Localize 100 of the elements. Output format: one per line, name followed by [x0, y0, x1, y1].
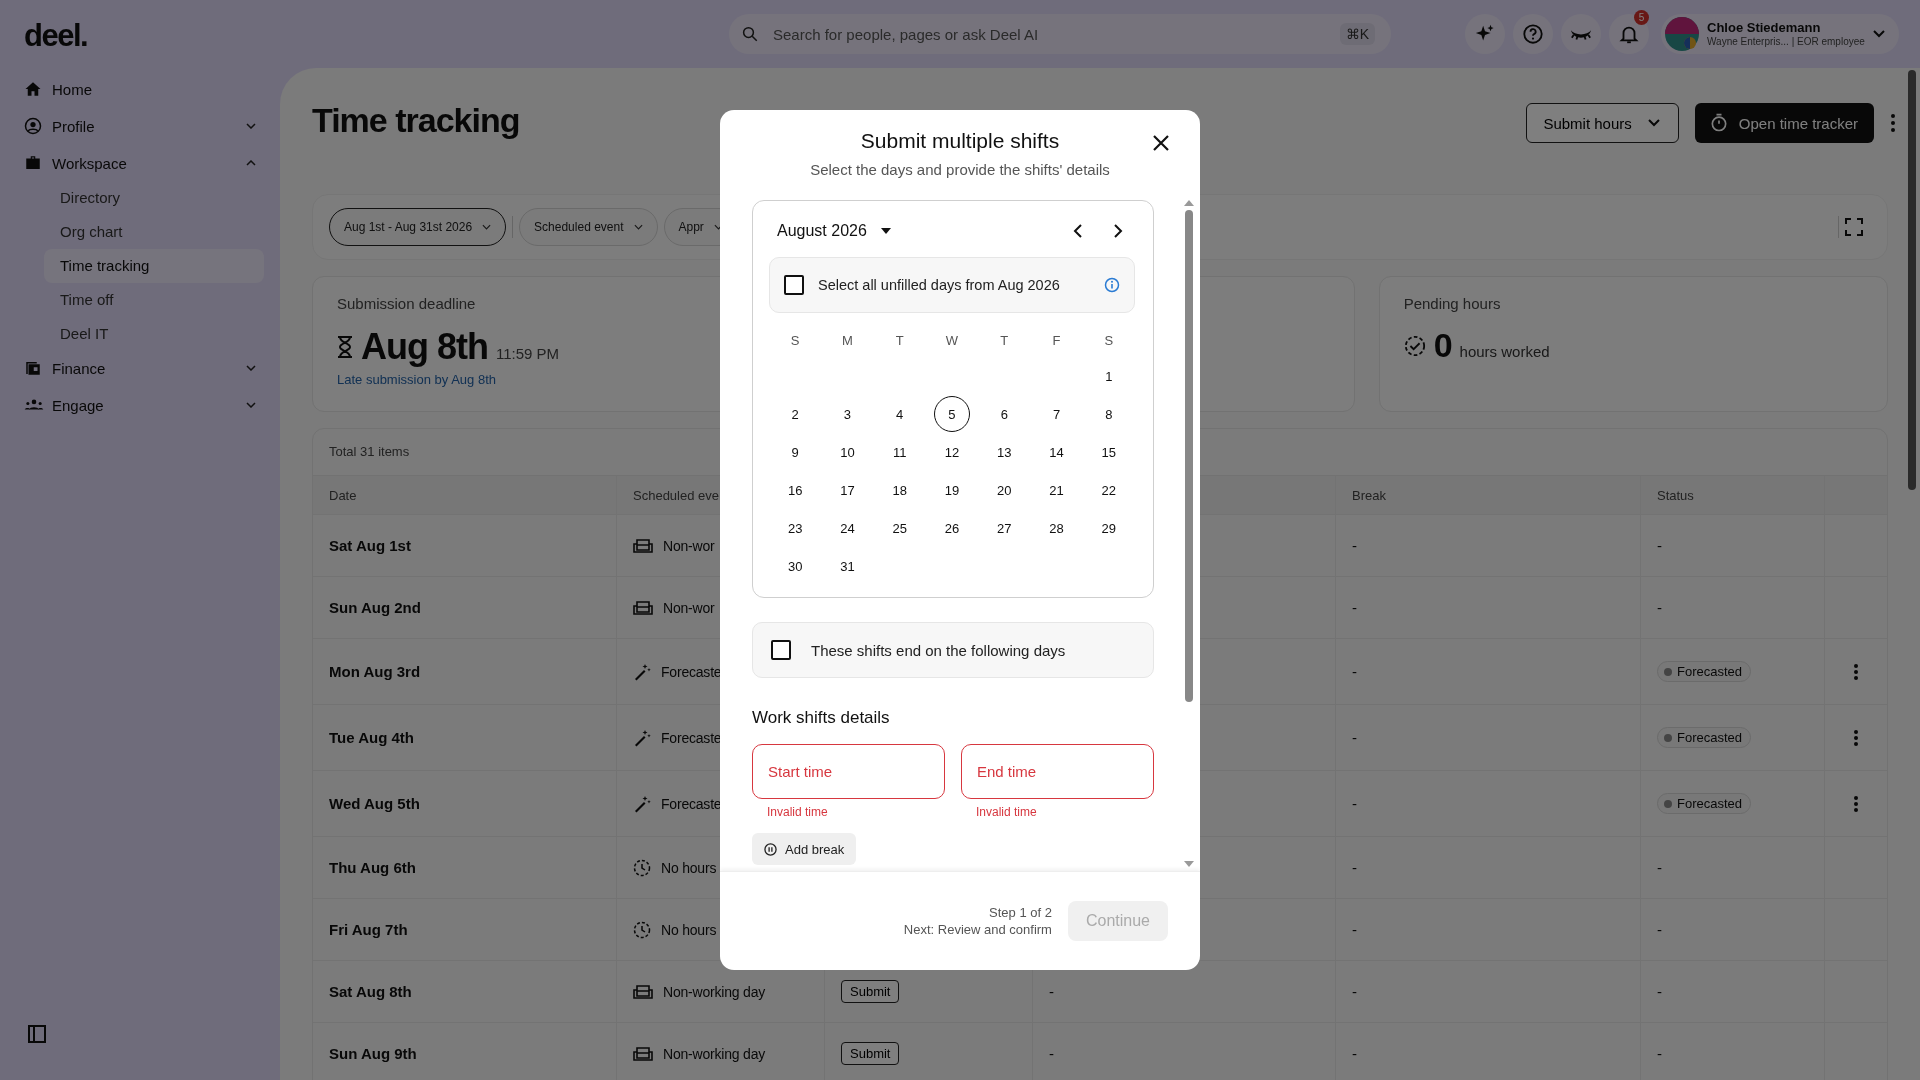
- submit-button[interactable]: Submit: [841, 980, 900, 1003]
- nav-item[interactable]: Home: [24, 72, 280, 106]
- next-month-icon[interactable]: [1113, 224, 1123, 238]
- calendar-day[interactable]: 8: [1090, 396, 1127, 432]
- calendar-day[interactable]: 24: [829, 510, 866, 546]
- more-icon[interactable]: [1853, 662, 1859, 681]
- event-label: Non-wor: [663, 599, 715, 616]
- nav-item[interactable]: Workspace: [24, 146, 280, 180]
- info-icon[interactable]: [1104, 277, 1120, 293]
- checkbox[interactable]: [771, 640, 791, 660]
- sofa-icon: [633, 1046, 653, 1061]
- month-dropdown[interactable]: August 2026: [769, 222, 891, 240]
- more-icon[interactable]: [1890, 113, 1896, 133]
- scroll-down-icon[interactable]: [1184, 861, 1194, 867]
- pending-unit: hours worked: [1459, 343, 1550, 360]
- pending-value: 0: [1433, 326, 1452, 365]
- profile-menu[interactable]: Chloe Stiedemann Wayne Enterpris... | EOR employee: [1661, 14, 1899, 54]
- hide-button[interactable]: [1561, 14, 1601, 54]
- table-cell: Sat Aug 8th: [313, 961, 617, 1022]
- chevron-down-icon: [633, 224, 643, 230]
- table-cell: -: [1352, 599, 1357, 616]
- user-circle-icon: [24, 117, 42, 135]
- calendar-day[interactable]: 7: [1038, 396, 1075, 432]
- next-step-hint: Next: Review and confirm: [903, 922, 1052, 937]
- sofa-icon: [633, 538, 653, 553]
- calendar-day[interactable]: 12: [934, 434, 970, 470]
- table-cell: Sun Aug 9th: [313, 1023, 617, 1080]
- checkbox[interactable]: [784, 275, 804, 295]
- table-cell: -: [1352, 983, 1357, 1000]
- table-cell: Sat Aug 1st: [313, 515, 617, 576]
- fullscreen-icon[interactable]: [1845, 218, 1863, 236]
- status-badge: Forecasted: [1657, 661, 1752, 682]
- calendar-day[interactable]: 3: [829, 396, 866, 432]
- calendar-day[interactable]: 1: [1090, 358, 1127, 394]
- table-cell: -: [1657, 537, 1662, 554]
- time-field[interactable]: End time: [961, 744, 1154, 799]
- column-header: Break: [1336, 476, 1641, 514]
- calendar-day[interactable]: 2: [777, 396, 814, 432]
- scroll-up-icon[interactable]: [1184, 200, 1194, 206]
- calendar-day[interactable]: 28: [1038, 510, 1075, 546]
- calendar-day[interactable]: 29: [1090, 510, 1127, 546]
- more-icon[interactable]: [1853, 728, 1859, 747]
- more-icon[interactable]: [1853, 794, 1859, 813]
- search-field[interactable]: Search for people, pages or ask Deel AI: [771, 24, 1328, 44]
- filter-chip[interactable]: Aug 1st - Aug 31st 2026: [329, 208, 507, 246]
- calendar-day[interactable]: 25: [881, 510, 918, 546]
- table-cell: -: [1657, 599, 1662, 616]
- calendar-day[interactable]: 11: [881, 434, 918, 470]
- pause-icon: [764, 842, 777, 856]
- dialog-subtitle: Select the days and provide the shifts' details: [810, 161, 1110, 178]
- calendar-day[interactable]: 9: [777, 434, 814, 470]
- calendar-day[interactable]: 27: [986, 510, 1023, 546]
- avatar: [1665, 17, 1699, 51]
- table-cell: -: [1352, 729, 1357, 746]
- checkbox-label: These shifts end on the following days: [811, 641, 1066, 659]
- calendar-day[interactable]: 31: [829, 548, 866, 584]
- scrollbar-thumb[interactable]: [1908, 70, 1916, 490]
- home-icon: [24, 80, 42, 98]
- calendar-day[interactable]: 14: [1038, 434, 1075, 470]
- calendar-day[interactable]: 13: [986, 434, 1023, 470]
- calendar-day[interactable]: 15: [1090, 434, 1127, 470]
- table-cell: Mon Aug 3rd: [313, 639, 617, 704]
- time-field[interactable]: Start time: [752, 744, 945, 799]
- deadline-time: 11:59 PM: [496, 345, 560, 362]
- help-button[interactable]: [1513, 14, 1553, 54]
- calendar-day[interactable]: 6: [986, 396, 1023, 432]
- calendar-day[interactable]: 26: [934, 510, 970, 546]
- previous-month-icon[interactable]: [1073, 224, 1083, 238]
- event-label: Non-working day: [663, 983, 766, 1000]
- user-name: Chloe Stiedemann: [1707, 20, 1821, 35]
- close-icon[interactable]: [1152, 134, 1170, 152]
- status-badge: Forecasted: [1657, 793, 1752, 814]
- user-role: Wayne Enterpris... | EOR employee: [1707, 35, 1865, 48]
- calendar-day[interactable]: 4: [881, 396, 918, 432]
- nav-item[interactable]: Profile: [24, 109, 280, 143]
- chevron-down-icon: [1647, 119, 1660, 127]
- nav-item[interactable]: Finance: [24, 351, 280, 385]
- nav-item[interactable]: Engage: [24, 388, 280, 422]
- chevron-down-icon: [1872, 30, 1885, 38]
- error-message: Invalid time: [976, 805, 1037, 819]
- table-cell: -: [1352, 1045, 1357, 1062]
- calendar-day[interactable]: 30: [777, 548, 814, 584]
- sidebar-toggle-icon[interactable]: [28, 1025, 46, 1043]
- open-time-tracker-button[interactable]: Open time tracker: [1694, 103, 1874, 143]
- add-break-button[interactable]: Add break: [752, 833, 857, 865]
- event-label: No hours: [661, 921, 717, 938]
- search-icon: [741, 25, 759, 43]
- weekday-label: W: [944, 332, 960, 350]
- submit-hours-button[interactable]: Submit hours: [1526, 103, 1679, 143]
- sparkle-button[interactable]: [1465, 14, 1505, 54]
- nav-subitem[interactable]: Time tracking: [44, 249, 264, 283]
- scrollbar-thumb[interactable]: [1185, 210, 1193, 702]
- submit-button[interactable]: Submit: [841, 1042, 900, 1065]
- nav-subitem[interactable]: Time off: [44, 283, 264, 317]
- step-indicator: Step 1 of 2: [989, 905, 1052, 920]
- table-cell: -: [1352, 921, 1357, 938]
- calendar-day[interactable]: 10: [829, 434, 866, 470]
- weekday-label: T: [894, 332, 905, 350]
- filter-chip[interactable]: Scheduled event: [519, 208, 658, 246]
- table-cell: -: [1049, 983, 1054, 1000]
